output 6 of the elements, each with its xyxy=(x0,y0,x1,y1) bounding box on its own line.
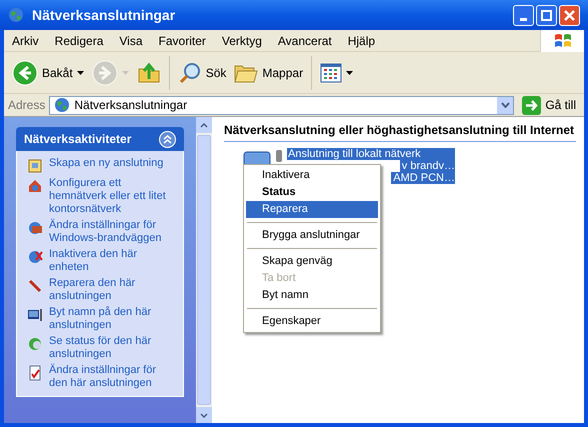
connection-device: AMD PCN… xyxy=(391,172,455,184)
group-heading: Nätverksanslutning eller höghastighetsanslutning till Internet xyxy=(224,121,576,142)
address-label: Adress xyxy=(8,97,46,114)
connection-status: v brandv… xyxy=(400,160,455,172)
task-pane-title: Nätverksaktiviteter xyxy=(24,131,132,148)
window-title: Nätverksanslutningar xyxy=(32,6,176,25)
